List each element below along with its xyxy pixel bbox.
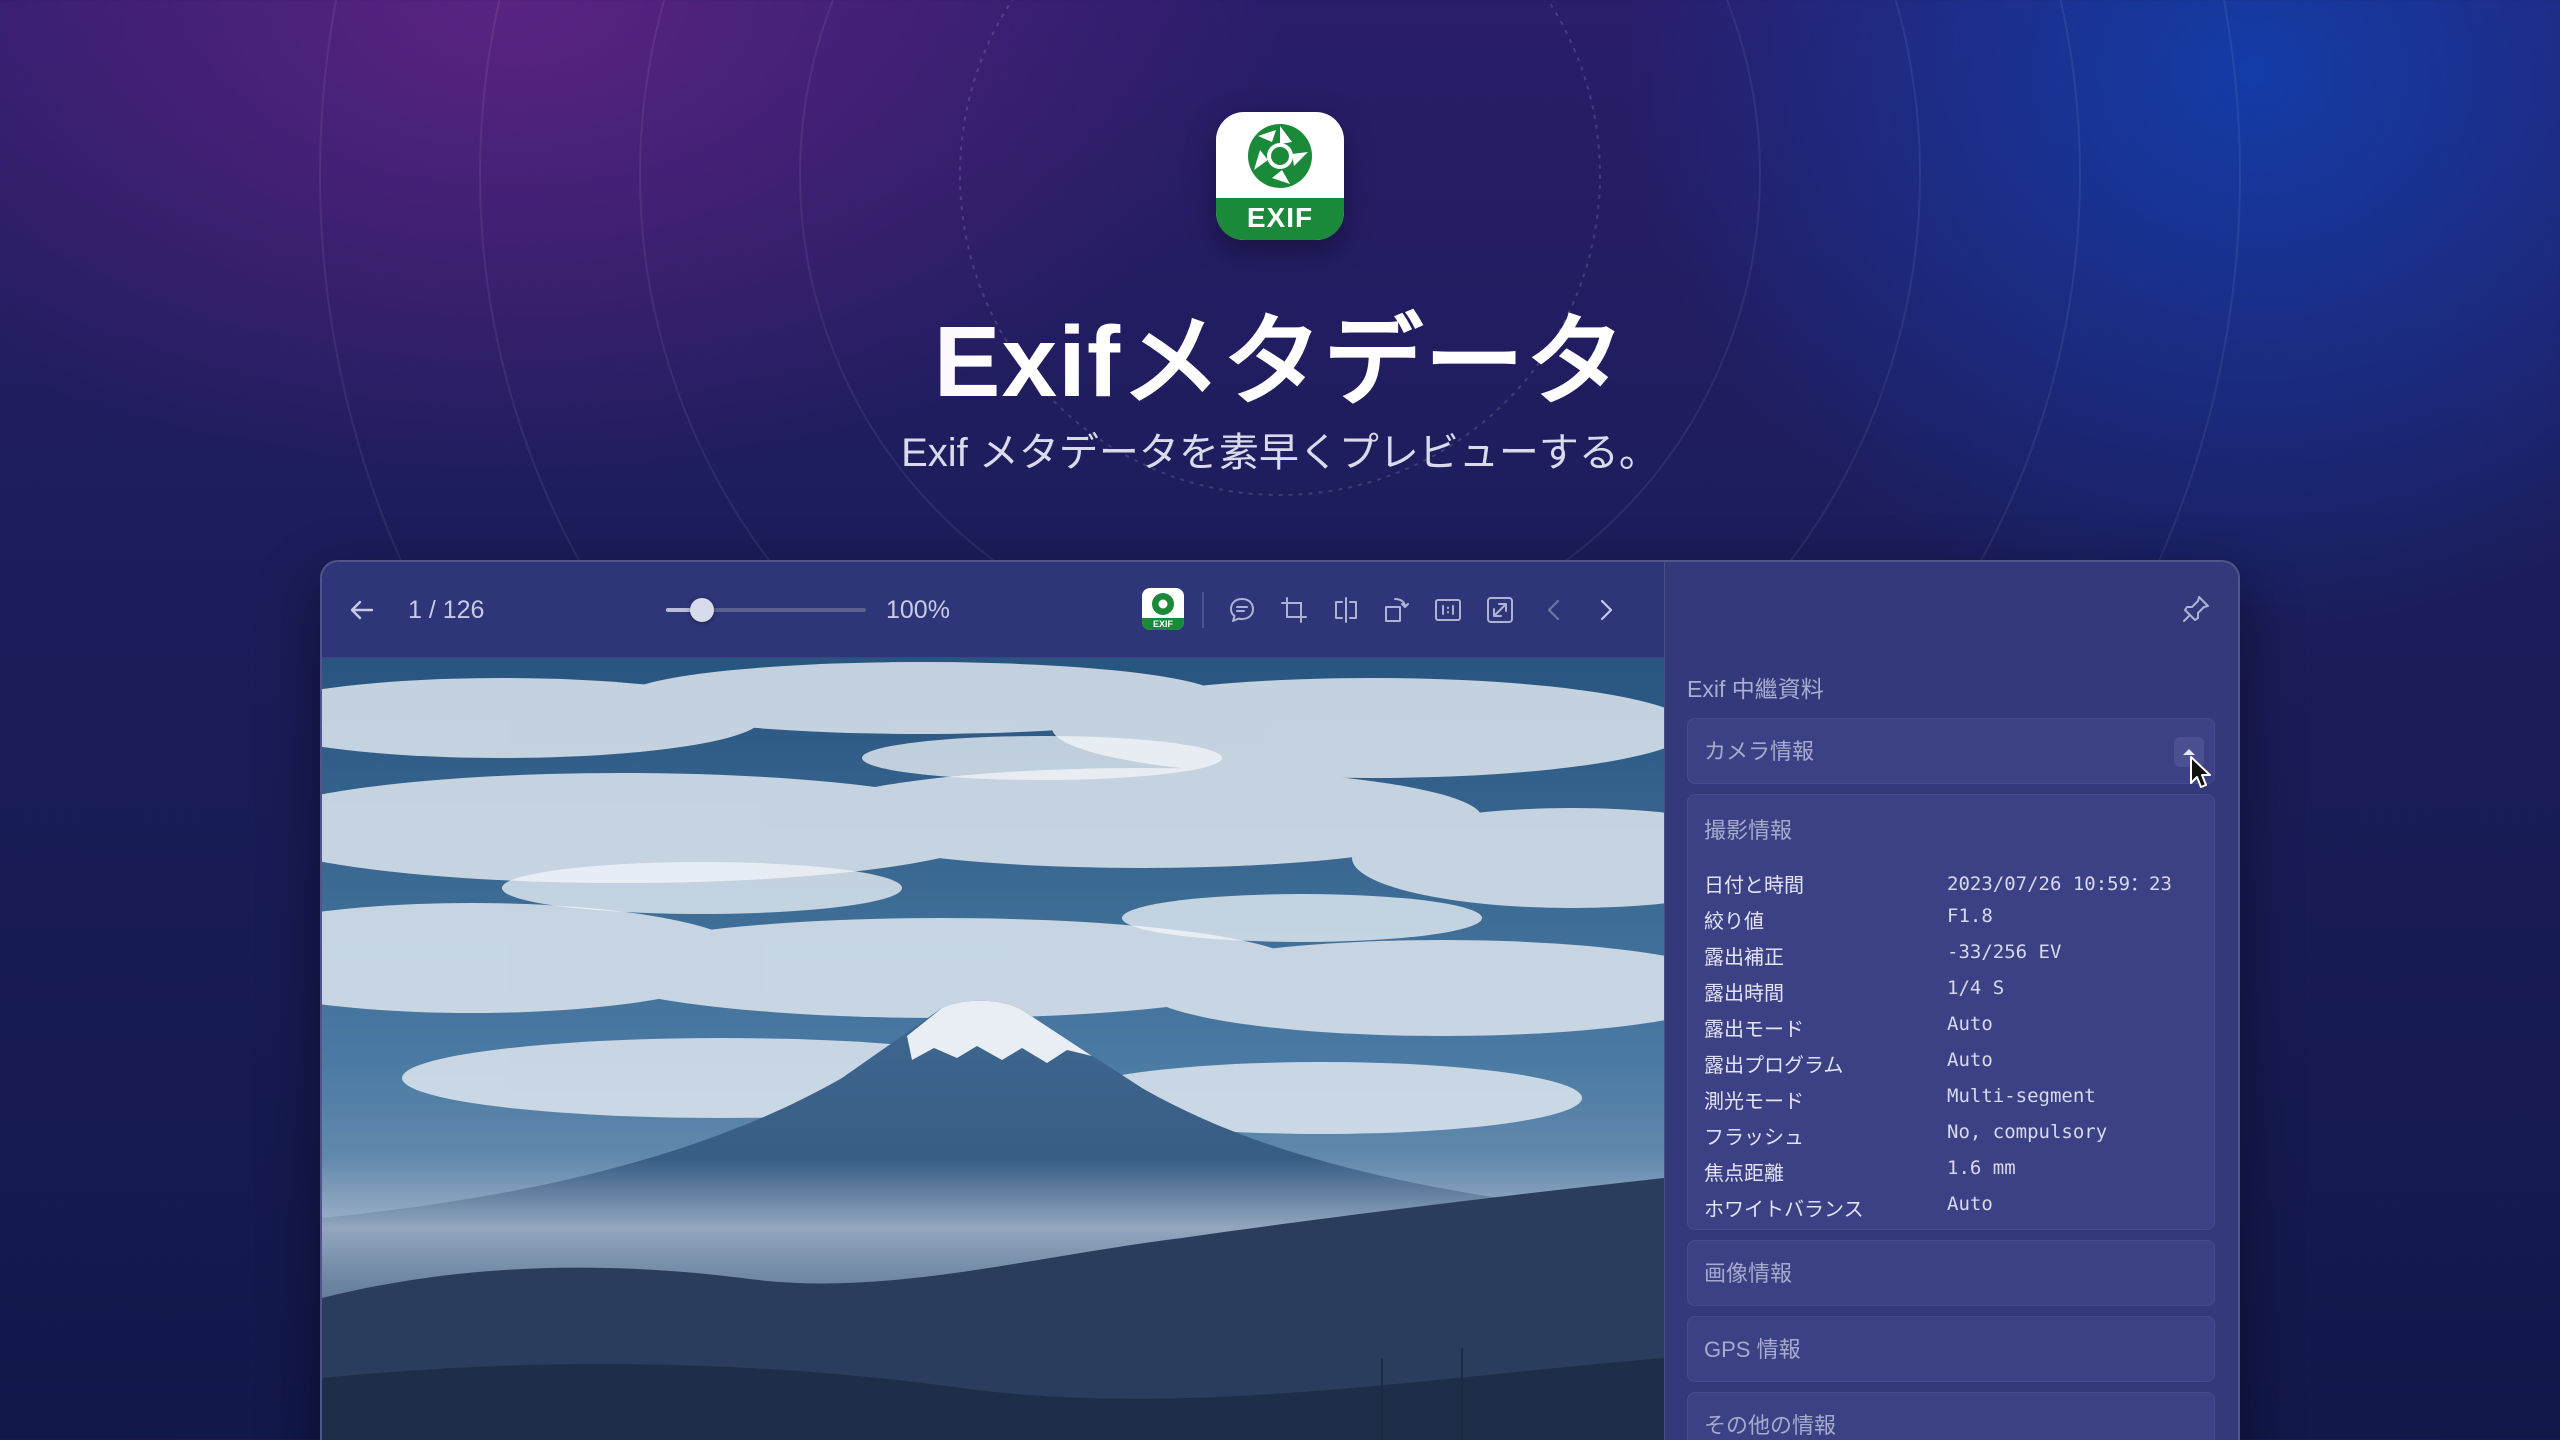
rotate-icon[interactable]: [1380, 594, 1412, 626]
exif-app-icon[interactable]: EXIF: [1142, 588, 1184, 630]
crop-icon[interactable]: [1278, 594, 1310, 626]
exif-row: ホワイトバランス Auto: [1704, 1193, 1993, 1222]
flip-icon[interactable]: [1330, 594, 1362, 626]
chevron-left-icon[interactable]: [1538, 594, 1570, 626]
exif-value: -33/256 EV: [1947, 941, 2062, 963]
section-camera-label: カメラ情報: [1704, 739, 1815, 764]
mouse-cursor-icon: [2190, 756, 2211, 788]
exif-key: 露出モード: [1704, 1019, 1804, 1041]
actual-size-icon[interactable]: [1432, 594, 1464, 626]
section-other[interactable]: その他の情報: [1687, 1392, 2215, 1440]
exif-panel: Exif 中繼資料 カメラ情報 撮影情報 日付と時間 2023/07/26 10:…: [1664, 562, 2238, 1440]
mountain-photo: [322, 658, 1664, 1440]
exif-row: 露出補正 -33/256 EV: [1704, 941, 2061, 970]
back-arrow-icon[interactable]: [346, 594, 378, 626]
exif-value: Auto: [1947, 1049, 1993, 1071]
section-shooting: 撮影情報 日付と時間 2023/07/26 10:59：23 絞り値 F1.8 露出補正…: [1687, 794, 2215, 1230]
exif-key: 絞り値: [1704, 911, 1764, 933]
exif-row: 露出時間 1/4 S: [1704, 977, 2004, 1006]
section-image[interactable]: 画像情報: [1687, 1240, 2215, 1306]
exif-row: 露出モード Auto: [1704, 1013, 1993, 1042]
exif-key: ホワイトバランス: [1704, 1199, 1864, 1221]
section-gps-label: GPS 情報: [1704, 1337, 1801, 1362]
page-counter: 1 / 126: [408, 595, 485, 624]
exif-value: Multi-segment: [1947, 1085, 2096, 1107]
app-icon: EXIF: [1216, 112, 1344, 240]
exif-key: 露出時間: [1704, 983, 1784, 1005]
exif-key: 露出プログラム: [1704, 1055, 1844, 1077]
exif-row: 露出プログラム Auto: [1704, 1049, 1993, 1078]
page-title: Exifメタデータ: [0, 280, 2560, 425]
exif-key: 日付と時間: [1704, 875, 1804, 897]
zoom-slider[interactable]: [666, 598, 866, 622]
fullscreen-icon[interactable]: [1484, 594, 1516, 626]
comment-icon[interactable]: [1226, 594, 1258, 626]
exif-badge-label: EXIF: [1152, 619, 1173, 629]
zoom-label: 100%: [886, 595, 950, 624]
section-camera[interactable]: カメラ情報: [1687, 718, 2215, 788]
exif-row: フラッシュ No, compulsory: [1704, 1121, 2107, 1150]
exif-key: フラッシュ: [1704, 1127, 1804, 1149]
exif-value: 2023/07/26 10:59：23: [1947, 873, 2172, 895]
exif-value: Auto: [1947, 1013, 1993, 1035]
page-subtitle: Exif メタデータを素早くプレビューする。: [901, 431, 1659, 475]
exif-value: 1/4 S: [1947, 977, 2005, 999]
photo-preview: [322, 658, 1664, 1440]
chevron-right-icon[interactable]: [1590, 594, 1622, 626]
zoom-slider-thumb[interactable]: [690, 598, 714, 622]
exif-row: 日付と時間 2023/07/26 10:59：23: [1704, 869, 2172, 898]
exif-row: 焦点距離 1.6 mm: [1704, 1157, 2016, 1186]
aperture-icon: [1248, 124, 1312, 188]
app-window: 1 / 126 100% EXIF Exif 中繼資料 カメラ情報 撮影情報 日…: [320, 560, 2240, 1440]
exif-key: 焦点距離: [1704, 1163, 1784, 1185]
exif-row: 絞り値 F1.8: [1704, 905, 1993, 934]
panel-title: Exif 中繼資料: [1687, 676, 1824, 702]
exif-key: 露出補正: [1704, 947, 1784, 969]
section-gps[interactable]: GPS 情報: [1687, 1316, 2215, 1382]
exif-value: No, compulsory: [1947, 1121, 2108, 1143]
exif-value: F1.8: [1947, 905, 1993, 927]
section-shooting-label: 撮影情報: [1704, 818, 1793, 843]
exif-value: Auto: [1947, 1193, 1993, 1215]
viewer-toolbar: 1 / 126 100% EXIF: [322, 562, 1664, 658]
app-icon-label: EXIF: [1216, 198, 1344, 240]
pin-icon[interactable]: [2179, 592, 2215, 628]
exif-row: 測光モード Multi-segment: [1704, 1085, 2096, 1114]
exif-value: 1.6 mm: [1947, 1157, 2016, 1179]
section-image-label: 画像情報: [1704, 1261, 1793, 1286]
exif-key: 測光モード: [1704, 1091, 1804, 1113]
section-other-label: その他の情報: [1704, 1413, 1837, 1438]
toolbar-divider: [1202, 592, 1204, 628]
